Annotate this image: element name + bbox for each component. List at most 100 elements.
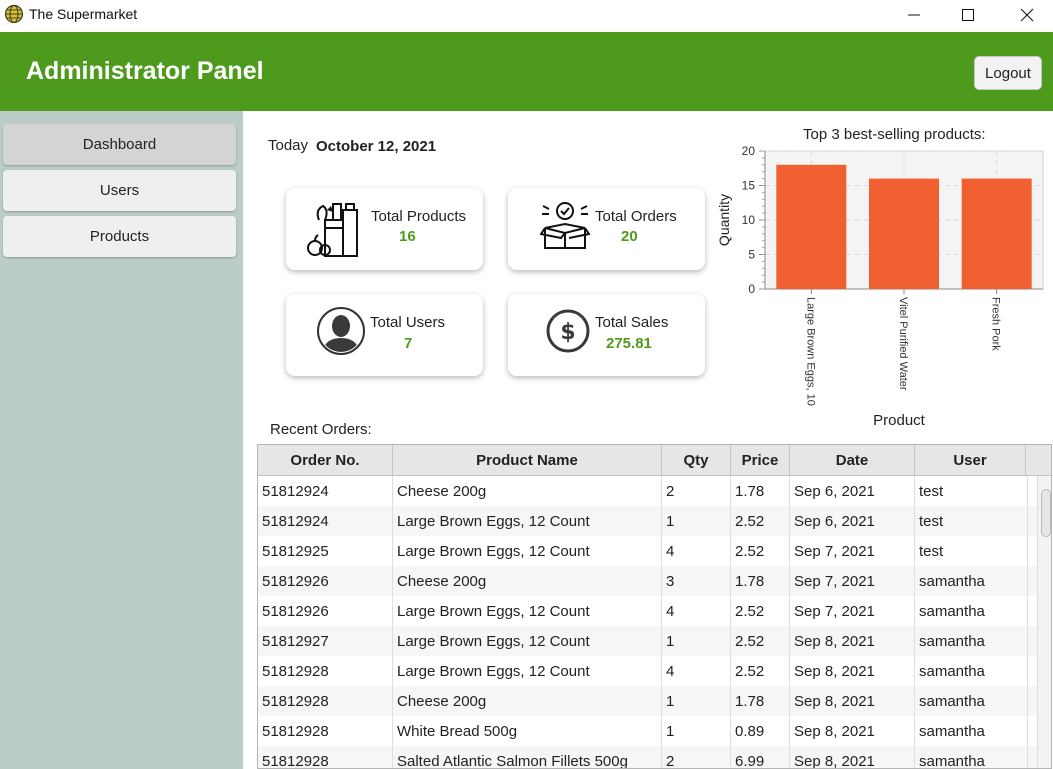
cell-user: samantha (915, 656, 1028, 686)
y-tick-label: 5 (748, 248, 755, 262)
app-header: Administrator Panel Logout (0, 32, 1053, 111)
total-products-card: Total Products 16 (286, 188, 483, 270)
cell-qty: 1 (662, 506, 731, 536)
close-icon (1020, 8, 1034, 22)
order-box-icon (540, 202, 590, 249)
cell-qty: 4 (662, 596, 731, 626)
cell-date: Sep 8, 2021 (790, 656, 915, 686)
cell-user: samantha (915, 566, 1028, 596)
today-date: October 12, 2021 (316, 138, 437, 155)
column-header-date[interactable]: Date (790, 445, 915, 476)
x-tick-label: Large Brown Eggs, 10 (804, 297, 816, 406)
cell-date: Sep 6, 2021 (790, 476, 915, 506)
cell-qty: 4 (662, 656, 731, 686)
total-users-card: Total Users 7 (286, 294, 483, 376)
table-row[interactable]: 51812928 Large Brown Eggs, 12 Count 4 2.52 S… (258, 656, 1038, 686)
table-row[interactable]: 51812925 Large Brown Eggs, 12 Count 4 2.52 S… (258, 536, 1038, 566)
total-orders-value: 20 (621, 228, 638, 245)
sidebar-item-users[interactable]: Users (3, 170, 236, 211)
cell-date: Sep 7, 2021 (790, 536, 915, 566)
column-header-order-no[interactable]: Order No. (258, 445, 393, 476)
table-row[interactable]: 51812924 Large Brown Eggs, 12 Count 1 2.52 S… (258, 506, 1038, 536)
cell-date: Sep 8, 2021 (790, 686, 915, 716)
table-row[interactable]: 51812928 Cheese 200g 1 1.78 Sep 8, 2021 saman… (258, 686, 1038, 716)
y-tick-label: 20 (742, 144, 756, 158)
page-title: Administrator Panel (26, 57, 264, 85)
cell-order-no: 51812927 (258, 626, 393, 656)
total-orders-label: Total Orders (595, 208, 677, 225)
cell-price: 2.52 (731, 596, 790, 626)
column-header-product-name[interactable]: Product Name (393, 445, 662, 476)
recent-orders-label: Recent Orders: (270, 421, 372, 438)
minimize-icon (908, 14, 920, 16)
y-tick-label: 10 (742, 213, 756, 227)
cell-date: Sep 8, 2021 (790, 746, 915, 768)
cell-date: Sep 8, 2021 (790, 716, 915, 746)
logout-button[interactable]: Logout (974, 56, 1042, 90)
total-sales-label: Total Sales (595, 314, 669, 331)
cell-price: 0.89 (731, 716, 790, 746)
cell-user: samantha (915, 626, 1028, 656)
cell-product-name: Large Brown Eggs, 12 Count (393, 506, 662, 536)
total-orders-card: Total Orders 20 (508, 188, 705, 270)
minimize-button[interactable] (891, 0, 937, 30)
chart-bar (961, 178, 1032, 289)
user-avatar-icon (317, 307, 365, 355)
cell-qty: 1 (662, 716, 731, 746)
y-tick-label: 15 (742, 179, 756, 193)
total-sales-value: 275.81 (606, 335, 652, 352)
y-tick-label: 0 (748, 282, 755, 296)
cell-user: samantha (915, 716, 1028, 746)
cell-product-name: Large Brown Eggs, 12 Count (393, 656, 662, 686)
cell-order-no: 51812924 (258, 506, 393, 536)
sidebar: Dashboard Users Products (0, 111, 243, 769)
table-row[interactable]: 51812927 Large Brown Eggs, 12 Count 1 2.52 S… (258, 626, 1038, 656)
app-globe-icon (4, 4, 24, 24)
table-row[interactable]: 51812928 Salted Atlantic Salmon Fillets 5… (258, 746, 1038, 768)
scrollbar-thumb[interactable] (1041, 489, 1051, 537)
cell-order-no: 51812925 (258, 536, 393, 566)
cell-price: 2.52 (731, 626, 790, 656)
cell-qty: 1 (662, 686, 731, 716)
cell-price: 1.78 (731, 566, 790, 596)
cell-price: 1.78 (731, 476, 790, 506)
table-row[interactable]: 51812926 Large Brown Eggs, 12 Count 4 2.52 S… (258, 596, 1038, 626)
cell-product-name: Cheese 200g (393, 686, 662, 716)
maximize-button[interactable] (945, 0, 991, 30)
cell-product-name: Large Brown Eggs, 12 Count (393, 596, 662, 626)
best-sellers-chart: 0 5 10 15 20 Large Brown Eggs, 10 Vitel Purifi… (716, 144, 1044, 429)
cell-date: Sep 7, 2021 (790, 596, 915, 626)
cell-user: samantha (915, 596, 1028, 626)
column-header-user[interactable]: User (915, 445, 1026, 476)
cell-order-no: 51812928 (258, 716, 393, 746)
groceries-icon (307, 203, 358, 257)
cell-order-no: 51812928 (258, 686, 393, 716)
cell-user: test (915, 476, 1028, 506)
chart-bar (776, 164, 847, 289)
x-axis-label: Product (873, 412, 926, 429)
window-titlebar: The Supermarket (0, 0, 1053, 32)
maximize-icon (962, 9, 974, 21)
cell-order-no: 51812924 (258, 476, 393, 506)
cell-qty: 2 (662, 476, 731, 506)
table-row[interactable]: 51812926 Cheese 200g 3 1.78 Sep 7, 2021 saman… (258, 566, 1038, 596)
column-header-qty[interactable]: Qty (662, 445, 731, 476)
total-products-label: Total Products (371, 208, 467, 225)
table-row[interactable]: 51812924 Cheese 200g 2 1.78 Sep 6, 2021 test (258, 476, 1038, 506)
cell-qty: 2 (662, 746, 731, 768)
cell-user: samantha (915, 746, 1028, 768)
cell-date: Sep 6, 2021 (790, 506, 915, 536)
close-button[interactable] (1004, 0, 1050, 30)
table-row[interactable]: 51812928 White Bread 500g 1 0.89 Sep 8, 2021… (258, 716, 1038, 746)
cell-order-no: 51812926 (258, 566, 393, 596)
column-header-price[interactable]: Price (731, 445, 790, 476)
table-scrollbar[interactable] (1037, 476, 1051, 768)
sidebar-item-dashboard[interactable]: Dashboard (3, 124, 236, 165)
recent-orders-table: Order No. Product Name Qty Price Date User 51… (257, 444, 1052, 769)
total-users-label: Total Users (370, 314, 446, 331)
total-users-value: 7 (404, 335, 413, 352)
cell-order-no: 51812928 (258, 656, 393, 686)
y-axis-label: Quantity (716, 194, 732, 246)
sidebar-item-products[interactable]: Products (3, 216, 236, 257)
cell-price: 2.52 (731, 656, 790, 686)
